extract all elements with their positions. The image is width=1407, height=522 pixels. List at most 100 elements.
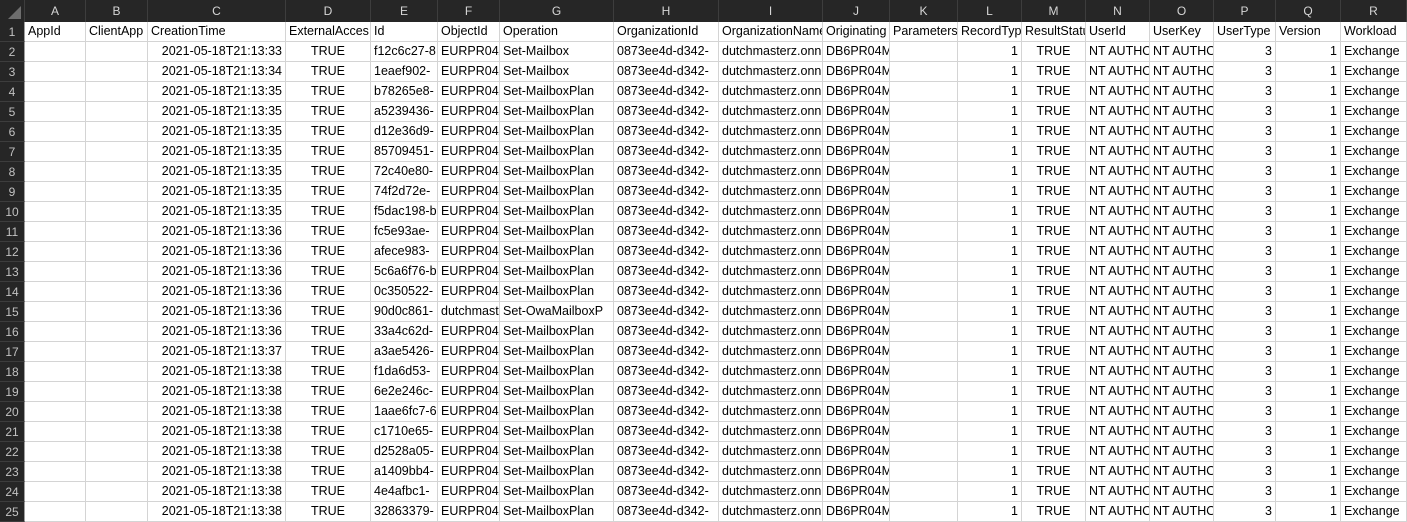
column-header-m[interactable]: M <box>1022 0 1086 22</box>
cell[interactable]: Exchange <box>1341 222 1407 242</box>
row-header[interactable]: 8 <box>0 162 25 182</box>
column-header-d[interactable]: D <box>286 0 371 22</box>
column-title-cell[interactable]: Originating <box>823 22 890 42</box>
cell[interactable] <box>25 82 86 102</box>
cell[interactable]: NT AUTHO <box>1150 222 1214 242</box>
column-header-k[interactable]: K <box>890 0 958 22</box>
cell[interactable]: NT AUTHO <box>1150 442 1214 462</box>
cell[interactable]: 2021-05-18T21:13:36 <box>148 262 286 282</box>
cell[interactable]: TRUE <box>1022 282 1086 302</box>
cell[interactable]: TRUE <box>1022 382 1086 402</box>
cell[interactable] <box>890 362 958 382</box>
cell[interactable] <box>86 222 148 242</box>
cell[interactable]: 2021-05-18T21:13:38 <box>148 402 286 422</box>
cell[interactable]: TRUE <box>1022 242 1086 262</box>
cell[interactable]: 0873ee4d-d342- <box>614 382 719 402</box>
cell[interactable]: 6e2e246c- <box>371 382 438 402</box>
cell[interactable]: TRUE <box>1022 62 1086 82</box>
cell[interactable]: Exchange <box>1341 502 1407 522</box>
cell[interactable] <box>890 142 958 162</box>
cell[interactable]: DB6PR04M <box>823 422 890 442</box>
cell[interactable]: 1 <box>958 302 1022 322</box>
cell[interactable]: 0873ee4d-d342- <box>614 102 719 122</box>
cell[interactable]: Exchange <box>1341 242 1407 262</box>
cell[interactable]: 1 <box>958 442 1022 462</box>
cell[interactable] <box>890 262 958 282</box>
cell[interactable]: 1 <box>958 42 1022 62</box>
cell[interactable]: d12e36d9- <box>371 122 438 142</box>
cell[interactable]: EURPR04A <box>438 362 500 382</box>
cell[interactable]: dutchmasterz.onn <box>719 442 823 462</box>
cell[interactable]: TRUE <box>1022 422 1086 442</box>
column-title-cell[interactable]: AppId <box>25 22 86 42</box>
cell[interactable]: 1 <box>1276 442 1341 462</box>
cell[interactable]: dutchmasterz.onn <box>719 162 823 182</box>
cell[interactable]: 0873ee4d-d342- <box>614 302 719 322</box>
cell[interactable]: Set-MailboxPlan <box>500 482 614 502</box>
cell[interactable] <box>890 182 958 202</box>
cell[interactable]: Exchange <box>1341 342 1407 362</box>
row-header[interactable]: 20 <box>0 402 25 422</box>
cell[interactable]: Set-MailboxPlan <box>500 82 614 102</box>
row-header[interactable]: 3 <box>0 62 25 82</box>
cell[interactable]: DB6PR04M <box>823 62 890 82</box>
cell[interactable]: TRUE <box>1022 502 1086 522</box>
cell[interactable]: NT AUTHO <box>1086 62 1150 82</box>
cell[interactable]: Exchange <box>1341 122 1407 142</box>
cell[interactable]: EURPR04A <box>438 122 500 142</box>
cell[interactable]: DB6PR04M <box>823 102 890 122</box>
cell[interactable]: NT AUTHO <box>1086 42 1150 62</box>
cell[interactable]: 2021-05-18T21:13:36 <box>148 302 286 322</box>
column-title-cell[interactable]: ObjectId <box>438 22 500 42</box>
column-header-i[interactable]: I <box>719 0 823 22</box>
cell[interactable]: 3 <box>1214 62 1276 82</box>
cell[interactable]: 2021-05-18T21:13:38 <box>148 362 286 382</box>
cell[interactable] <box>86 402 148 422</box>
cell[interactable]: 1 <box>1276 202 1341 222</box>
cell[interactable]: dutchmasterz.onn <box>719 482 823 502</box>
cell[interactable]: c1710e65- <box>371 422 438 442</box>
cell[interactable] <box>25 362 86 382</box>
cell[interactable]: EURPR04A <box>438 262 500 282</box>
cell[interactable]: TRUE <box>286 122 371 142</box>
cell[interactable]: DB6PR04M <box>823 242 890 262</box>
cell[interactable]: TRUE <box>1022 462 1086 482</box>
cell[interactable]: dutchmasterz.onn <box>719 102 823 122</box>
cell[interactable] <box>25 242 86 262</box>
cell[interactable]: 3 <box>1214 382 1276 402</box>
cell[interactable]: Set-MailboxPlan <box>500 342 614 362</box>
column-title-cell[interactable]: ClientApp <box>86 22 148 42</box>
cell[interactable]: dutchmasterz.onn <box>719 362 823 382</box>
cell[interactable] <box>86 302 148 322</box>
row-header[interactable]: 5 <box>0 102 25 122</box>
row-header[interactable]: 19 <box>0 382 25 402</box>
column-title-cell[interactable]: Workload <box>1341 22 1407 42</box>
cell[interactable]: 1aae6fc7-6 <box>371 402 438 422</box>
cell[interactable]: f5dac198-b <box>371 202 438 222</box>
cell[interactable]: NT AUTHO <box>1150 322 1214 342</box>
cell[interactable]: Exchange <box>1341 62 1407 82</box>
cell[interactable]: NT AUTHO <box>1150 382 1214 402</box>
cell[interactable]: Set-MailboxPlan <box>500 202 614 222</box>
cell[interactable]: TRUE <box>286 322 371 342</box>
cell[interactable]: 5c6a6f76-b <box>371 262 438 282</box>
cell[interactable]: 1 <box>1276 482 1341 502</box>
cell[interactable]: 1 <box>958 422 1022 442</box>
cell[interactable] <box>25 462 86 482</box>
cell[interactable]: Set-MailboxPlan <box>500 402 614 422</box>
cell[interactable]: TRUE <box>1022 162 1086 182</box>
cell[interactable]: 0873ee4d-d342- <box>614 462 719 482</box>
cell[interactable]: NT AUTHO <box>1150 482 1214 502</box>
cell[interactable] <box>86 322 148 342</box>
cell[interactable]: 1 <box>958 382 1022 402</box>
cell[interactable]: NT AUTHO <box>1150 182 1214 202</box>
cell[interactable]: NT AUTHO <box>1086 202 1150 222</box>
cell[interactable] <box>25 382 86 402</box>
row-header[interactable]: 6 <box>0 122 25 142</box>
cell[interactable]: NT AUTHO <box>1086 322 1150 342</box>
cell[interactable] <box>25 102 86 122</box>
cell[interactable]: 3 <box>1214 142 1276 162</box>
cell[interactable]: 0873ee4d-d342- <box>614 502 719 522</box>
cell[interactable]: NT AUTHO <box>1150 242 1214 262</box>
cell[interactable]: Set-MailboxPlan <box>500 142 614 162</box>
